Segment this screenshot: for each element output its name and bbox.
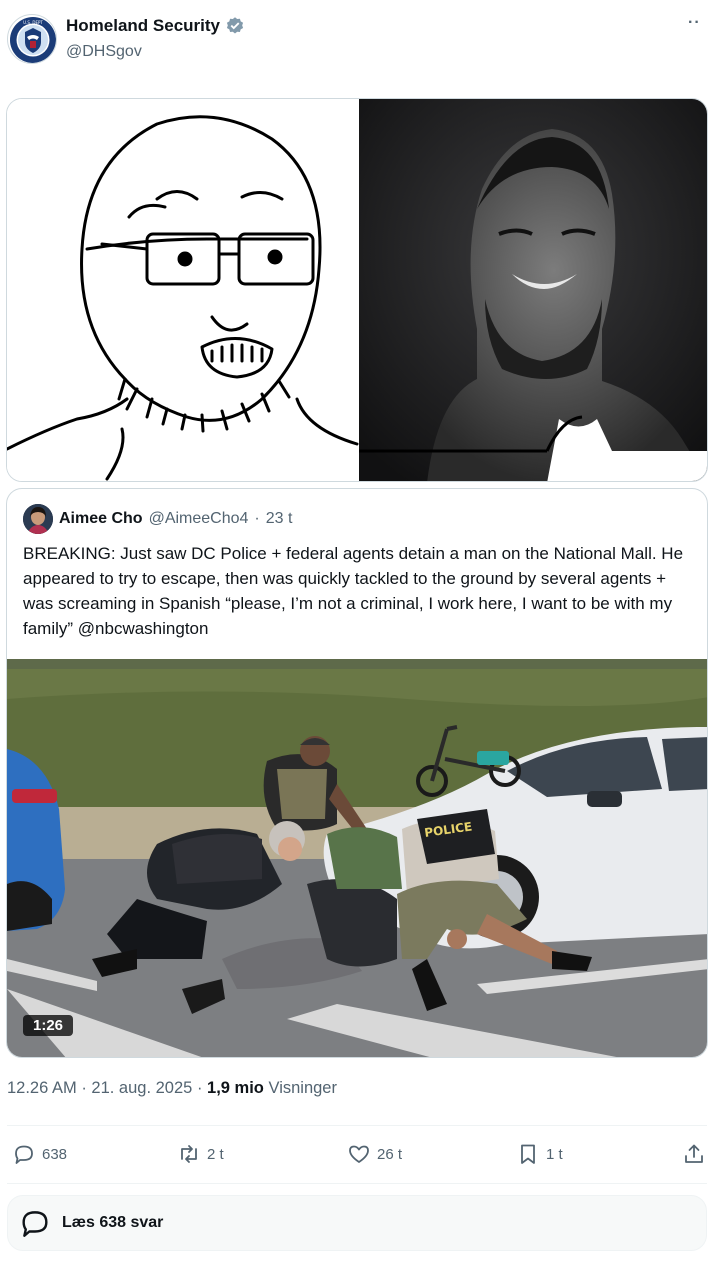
share-button[interactable] <box>682 1142 706 1166</box>
action-bar: 638 2 t 26 t 1 t <box>0 1138 708 1174</box>
quoted-author-avatar[interactable] <box>23 504 53 534</box>
dot-separator: · <box>254 510 260 527</box>
views-count: 1,9 mio <box>207 1079 264 1097</box>
post-date[interactable]: 21. aug. 2025 <box>91 1079 192 1097</box>
like-count: 26 t <box>377 1145 403 1163</box>
quoted-post-text: BREAKING: Just saw DC Police + federal a… <box>23 544 684 638</box>
author-name[interactable]: Homeland Security <box>66 16 220 36</box>
dhs-seal-icon[interactable]: U.S. DEPT <box>7 14 57 64</box>
bookmark-icon <box>521 1144 535 1164</box>
reply-icon <box>15 1145 33 1164</box>
views-label: Visninger <box>268 1079 337 1097</box>
share-icon <box>685 1144 703 1163</box>
post-meta: 12.26 AM · 21. aug. 2025 · 1,9 mio Visni… <box>7 1079 337 1097</box>
reply-button[interactable]: 638 <box>12 1142 67 1166</box>
quoted-author-name[interactable]: Aimee Cho <box>59 510 143 528</box>
heart-icon <box>349 1145 369 1163</box>
reply-icon <box>22 1211 48 1237</box>
meme-image[interactable] <box>6 98 708 482</box>
author-handle[interactable]: @DHSgov <box>66 43 142 61</box>
reply-count: 638 <box>42 1145 68 1163</box>
like-button[interactable]: 26 t <box>347 1142 402 1166</box>
repost-count: 2 t <box>207 1145 224 1163</box>
post-header: U.S. DEPT Homeland Security @DHSgov ·· <box>0 0 708 80</box>
verified-badge-icon[interactable] <box>225 16 245 36</box>
quoted-author-handle[interactable]: @AimeeCho4 <box>149 510 249 528</box>
bookmark-button[interactable]: 1 t <box>516 1142 563 1166</box>
read-replies-button[interactable]: Læs 638 svar <box>7 1195 707 1251</box>
read-replies-label: Læs 638 svar <box>62 1214 164 1231</box>
divider <box>7 1183 707 1184</box>
svg-text:U.S. DEPT: U.S. DEPT <box>23 20 43 25</box>
bookmark-count: 1 t <box>546 1145 563 1163</box>
quoted-post-age[interactable]: 23 t <box>266 510 293 528</box>
repost-button[interactable]: 2 t <box>177 1142 224 1166</box>
quoted-post-card[interactable]: Aimee Cho @AimeeCho4 · 23 t BREAKING: Ju… <box>6 488 708 1058</box>
more-options-icon[interactable]: ·· <box>688 14 701 32</box>
post-time[interactable]: 12.26 AM <box>7 1079 77 1097</box>
divider <box>7 1125 707 1126</box>
repost-icon <box>181 1145 197 1163</box>
arrest-video[interactable]: POLICE 1:26 <box>7 659 707 1057</box>
video-duration-badge: 1:26 <box>23 1015 74 1036</box>
